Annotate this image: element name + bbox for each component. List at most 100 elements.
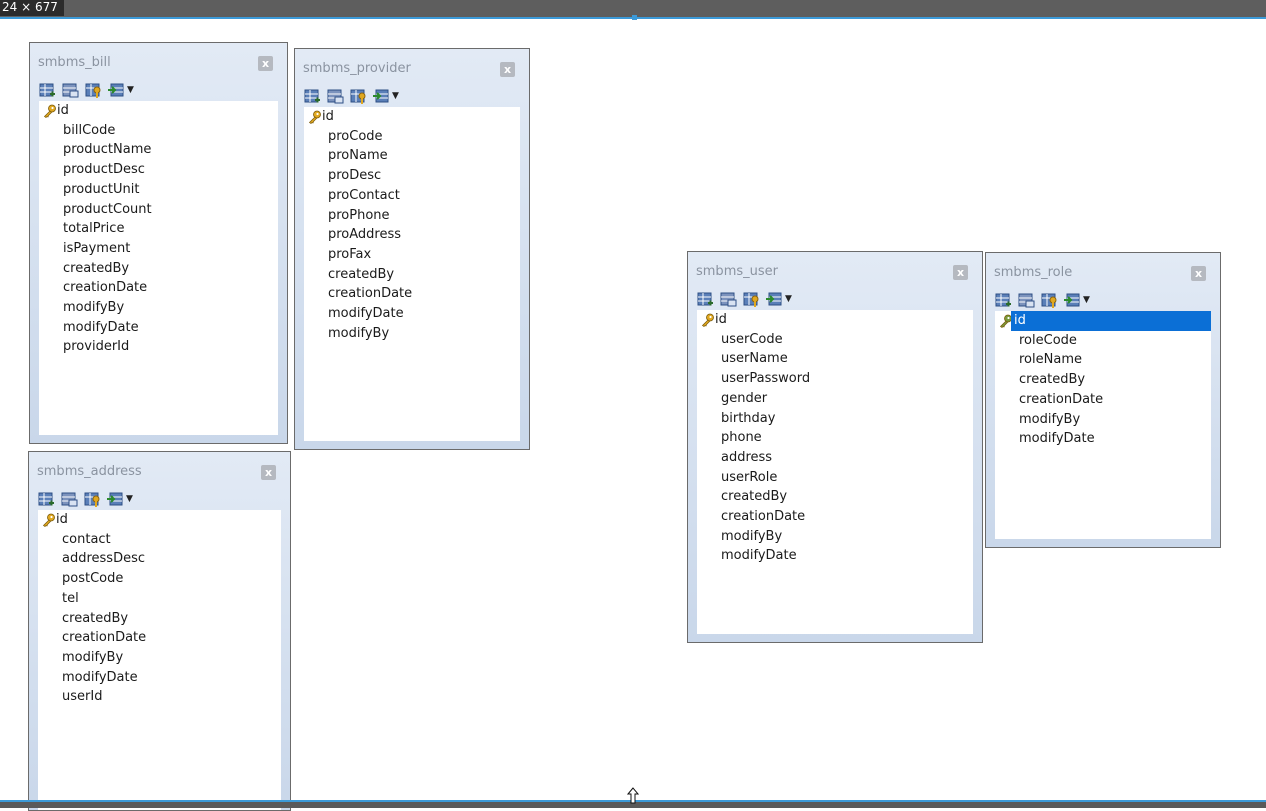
field-row[interactable]: providerId: [39, 337, 278, 357]
close-icon[interactable]: x: [258, 56, 273, 71]
field-row[interactable]: id: [38, 510, 281, 530]
field-row[interactable]: creationDate: [995, 390, 1211, 410]
field-name: id: [1011, 311, 1211, 331]
field-row[interactable]: productName: [39, 140, 278, 160]
field-row[interactable]: isPayment: [39, 239, 278, 259]
field-row[interactable]: userCode: [697, 330, 973, 350]
close-icon[interactable]: x: [1191, 266, 1206, 281]
add-field-icon[interactable]: [38, 491, 55, 508]
field-row[interactable]: productDesc: [39, 160, 278, 180]
field-row[interactable]: creationDate: [304, 284, 520, 304]
field-row[interactable]: roleName: [995, 350, 1211, 370]
chevron-down-icon[interactable]: ▼: [392, 91, 399, 101]
remove-field-icon[interactable]: [1018, 292, 1035, 309]
field-row[interactable]: modifyBy: [697, 527, 973, 547]
field-row[interactable]: createdBy: [304, 265, 520, 285]
key-field-icon[interactable]: [743, 291, 760, 308]
table-smbms-user[interactable]: smbms_user x ▼ id userCode userName userPas…: [687, 251, 983, 643]
field-row[interactable]: modifyDate: [304, 304, 520, 324]
table-smbms-address[interactable]: smbms_address x ▼ id contact addressDesc po…: [28, 451, 291, 811]
table-smbms-role[interactable]: smbms_role x ▼ id roleCode roleName created…: [985, 252, 1221, 548]
field-name: creationDate: [63, 280, 148, 296]
table-smbms-provider[interactable]: smbms_provider x ▼ id proCode proName proDe…: [294, 48, 530, 450]
remove-field-icon[interactable]: [62, 82, 79, 99]
field-row[interactable]: creationDate: [697, 507, 973, 527]
key-field-icon[interactable]: [350, 88, 367, 105]
field-row[interactable]: creationDate: [39, 278, 278, 298]
field-name: createdBy: [1019, 372, 1086, 388]
field-row[interactable]: contact: [38, 530, 281, 550]
field-row[interactable]: tel: [38, 589, 281, 609]
insert-field-icon[interactable]: [108, 82, 125, 99]
insert-field-icon[interactable]: [107, 491, 124, 508]
close-icon[interactable]: x: [500, 62, 515, 77]
field-name: modifyDate: [63, 319, 139, 335]
field-row[interactable]: productCount: [39, 200, 278, 220]
remove-field-icon[interactable]: [327, 88, 344, 105]
field-row[interactable]: userPassword: [697, 369, 973, 389]
field-row[interactable]: phone: [697, 428, 973, 448]
chevron-down-icon[interactable]: ▼: [785, 294, 792, 304]
add-field-icon[interactable]: [304, 88, 321, 105]
chevron-down-icon[interactable]: ▼: [127, 85, 134, 95]
field-row[interactable]: proContact: [304, 186, 520, 206]
field-row[interactable]: id: [697, 310, 973, 330]
field-row[interactable]: createdBy: [697, 487, 973, 507]
field-row[interactable]: address: [697, 448, 973, 468]
field-row[interactable]: productUnit: [39, 180, 278, 200]
field-row[interactable]: userRole: [697, 468, 973, 488]
field-name: modifyBy: [1019, 411, 1081, 427]
field-row[interactable]: creationDate: [38, 628, 281, 648]
key-field-icon[interactable]: [85, 82, 102, 99]
field-row[interactable]: addressDesc: [38, 549, 281, 569]
field-row[interactable]: userName: [697, 349, 973, 369]
add-field-icon[interactable]: [995, 292, 1012, 309]
field-row[interactable]: proAddress: [304, 225, 520, 245]
remove-field-icon[interactable]: [61, 491, 78, 508]
table-smbms-bill[interactable]: smbms_bill x ▼ id billCode productName prod…: [29, 42, 288, 444]
field-row[interactable]: roleCode: [995, 331, 1211, 351]
field-row[interactable]: modifyBy: [39, 298, 278, 318]
field-row[interactable]: createdBy: [38, 609, 281, 629]
key-field-icon[interactable]: [1041, 292, 1058, 309]
field-name: productDesc: [63, 162, 145, 178]
table-toolbar: ▼: [38, 488, 133, 510]
field-row[interactable]: proDesc: [304, 166, 520, 186]
field-row[interactable]: createdBy: [995, 370, 1211, 390]
field-row[interactable]: modifyDate: [995, 429, 1211, 449]
field-name: proAddress: [328, 227, 402, 243]
field-row[interactable]: modifyBy: [38, 648, 281, 668]
add-field-icon[interactable]: [697, 291, 714, 308]
field-row[interactable]: id: [39, 101, 278, 121]
resize-marker[interactable]: [632, 15, 637, 20]
field-row[interactable]: createdBy: [39, 259, 278, 279]
key-field-icon[interactable]: [84, 491, 101, 508]
chevron-down-icon[interactable]: ▼: [1083, 295, 1090, 305]
field-row[interactable]: modifyBy: [995, 410, 1211, 430]
field-row[interactable]: proFax: [304, 245, 520, 265]
field-name: createdBy: [328, 266, 395, 282]
field-row[interactable]: modifyDate: [697, 546, 973, 566]
close-icon[interactable]: x: [261, 465, 276, 480]
field-row[interactable]: id: [995, 311, 1211, 331]
field-row[interactable]: modifyBy: [304, 324, 520, 344]
insert-field-icon[interactable]: [766, 291, 783, 308]
field-row[interactable]: userId: [38, 687, 281, 707]
field-row[interactable]: id: [304, 107, 520, 127]
field-row[interactable]: gender: [697, 389, 973, 409]
remove-field-icon[interactable]: [720, 291, 737, 308]
field-row[interactable]: proPhone: [304, 206, 520, 226]
close-icon[interactable]: x: [953, 265, 968, 280]
field-row[interactable]: postCode: [38, 569, 281, 589]
field-row[interactable]: birthday: [697, 409, 973, 429]
field-row[interactable]: modifyDate: [38, 668, 281, 688]
insert-field-icon[interactable]: [1064, 292, 1081, 309]
insert-field-icon[interactable]: [373, 88, 390, 105]
add-field-icon[interactable]: [39, 82, 56, 99]
field-row[interactable]: billCode: [39, 121, 278, 141]
field-row[interactable]: proCode: [304, 127, 520, 147]
chevron-down-icon[interactable]: ▼: [126, 494, 133, 504]
field-row[interactable]: totalPrice: [39, 219, 278, 239]
field-row[interactable]: proName: [304, 146, 520, 166]
field-row[interactable]: modifyDate: [39, 318, 278, 338]
